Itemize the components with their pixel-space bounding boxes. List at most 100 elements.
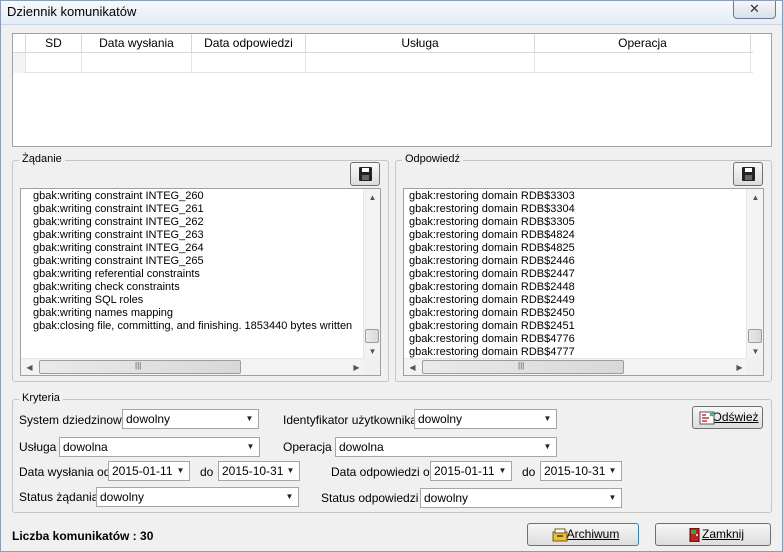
- log-line: gbak:restoring domain RDB$2449: [409, 294, 575, 306]
- chevron-down-icon: ▼: [286, 466, 295, 475]
- column-header-sd[interactable]: SD: [26, 34, 82, 53]
- table-cell[interactable]: [535, 53, 751, 73]
- scroll-thumb[interactable]: [748, 329, 762, 343]
- grip-icon: |||: [518, 361, 525, 370]
- request-horizontal-scrollbar[interactable]: ◀ ||| ▶: [21, 358, 365, 375]
- table-cell[interactable]: [306, 53, 535, 73]
- response-text-area[interactable]: gbak:restoring domain RDB$3303 gbak:resto…: [403, 188, 764, 376]
- user-id-label: Identyfikator użytkownika: [283, 413, 418, 427]
- log-line: gbak:writing check constraints: [33, 281, 180, 293]
- sent-to-value: 2015-10-31: [222, 464, 284, 478]
- messages-grid[interactable]: SD Data wysłania Data odpowiedzi Usługa …: [12, 33, 772, 147]
- close-button[interactable]: Zamknij: [655, 523, 771, 546]
- log-line: gbak:writing SQL roles: [33, 294, 144, 306]
- response-from-date[interactable]: 2015-01-11 ▼: [430, 461, 512, 481]
- log-line: gbak:restoring domain RDB$4825: [409, 242, 575, 254]
- service-select[interactable]: dowolna ▼: [59, 437, 260, 457]
- operation-label: Operacja: [283, 440, 332, 454]
- column-header-operation[interactable]: Operacja: [535, 34, 751, 53]
- refresh-icon: [699, 411, 715, 425]
- close-window-button[interactable]: ✕: [733, 1, 776, 19]
- table-cell[interactable]: [82, 53, 192, 73]
- system-value: dowolny: [126, 412, 171, 426]
- column-header-service[interactable]: Usługa: [306, 34, 535, 53]
- request-lines: gbak:writing constraint INTEG_260 gbak:wr…: [33, 190, 352, 333]
- chevron-down-icon: ▼: [498, 466, 507, 475]
- request-group: Żądanie gbak:writing constraint INTEG_26…: [12, 153, 389, 382]
- response-from-value: 2015-01-11: [434, 464, 495, 478]
- log-line: gbak:restoring domain RDB$2448: [409, 281, 575, 293]
- window-title: Dziennik komunikatów: [7, 4, 137, 19]
- criteria-group-label: Kryteria: [19, 392, 63, 404]
- request-vertical-scrollbar[interactable]: ▲ ▼: [363, 189, 380, 360]
- response-group-label: Odpowiedź: [402, 153, 464, 165]
- log-line: gbak:closing file, committing, and finis…: [33, 320, 353, 332]
- floppy-disk-icon: [359, 167, 372, 181]
- scroll-left-icon[interactable]: ◀: [21, 359, 38, 375]
- response-group: Odpowiedź gbak:restoring domain RDB$3303…: [395, 153, 772, 382]
- save-response-button[interactable]: [733, 162, 763, 186]
- archive-button[interactable]: Archiwum: [527, 523, 639, 546]
- sent-from-date[interactable]: 2015-01-11 ▼: [108, 461, 190, 481]
- operation-select[interactable]: dowolna ▼: [335, 437, 557, 457]
- log-line: gbak:writing names mapping: [33, 307, 174, 319]
- table-cell[interactable]: [192, 53, 306, 73]
- sent-from-label: Data wysłania od: [19, 465, 111, 479]
- sent-to-date[interactable]: 2015-10-31 ▼: [218, 461, 300, 481]
- response-to-label: do: [522, 465, 536, 479]
- scroll-left-icon[interactable]: ◀: [404, 359, 421, 375]
- message-log-window: Dziennik komunikatów ✕ SD Data wysłania …: [0, 0, 783, 552]
- log-line: gbak:restoring domain RDB$2446: [409, 255, 575, 267]
- chevron-down-icon: ▼: [608, 493, 617, 502]
- log-line: gbak:writing constraint INTEG_264: [33, 242, 204, 254]
- scroll-corner: [746, 358, 763, 375]
- floppy-disk-icon: [742, 167, 755, 181]
- response-vertical-scrollbar[interactable]: ▲ ▼: [746, 189, 763, 360]
- sent-to-label: do: [200, 465, 214, 479]
- log-line: gbak:writing constraint INTEG_261: [33, 203, 204, 215]
- close-icon: ✕: [749, 1, 760, 16]
- column-header-sent-date[interactable]: Data wysłania: [82, 34, 192, 53]
- operation-value: dowolna: [339, 440, 384, 454]
- save-request-button[interactable]: [350, 162, 380, 186]
- chevron-down-icon: ▼: [608, 466, 617, 475]
- response-to-date[interactable]: 2015-10-31 ▼: [540, 461, 622, 481]
- response-status-label: Status odpowiedzi: [321, 491, 419, 505]
- service-label: Usługa: [19, 440, 57, 454]
- system-select[interactable]: dowolny ▼: [122, 409, 259, 429]
- title-bar: Dziennik komunikatów ✕: [1, 1, 782, 25]
- table-cell[interactable]: [26, 53, 82, 73]
- chevron-down-icon: ▼: [285, 492, 294, 501]
- response-status-select[interactable]: dowolny ▼: [420, 488, 622, 508]
- response-horizontal-scrollbar[interactable]: ◀ ||| ▶: [404, 358, 748, 375]
- request-status-label: Status żądania: [19, 490, 99, 504]
- table-row[interactable]: [13, 53, 753, 73]
- log-line: gbak:restoring domain RDB$2447: [409, 268, 575, 280]
- grip-icon: |||: [135, 361, 142, 370]
- row-indicator: [13, 53, 26, 73]
- sent-from-value: 2015-01-11: [112, 464, 173, 478]
- refresh-button[interactable]: Odśwież: [692, 406, 763, 429]
- chevron-down-icon: ▼: [246, 442, 255, 451]
- log-line: gbak:restoring domain RDB$3304: [409, 203, 575, 215]
- column-header-response-date[interactable]: Data odpowiedzi: [192, 34, 306, 53]
- log-line: gbak:writing constraint INTEG_262: [33, 216, 204, 228]
- scroll-thumb[interactable]: [365, 329, 379, 343]
- log-line: gbak:writing constraint INTEG_260: [33, 190, 204, 202]
- request-text-area[interactable]: gbak:writing constraint INTEG_260 gbak:wr…: [20, 188, 381, 376]
- request-group-label: Żądanie: [19, 153, 65, 165]
- scroll-up-icon[interactable]: ▲: [747, 189, 763, 206]
- scroll-up-icon[interactable]: ▲: [364, 189, 380, 206]
- log-line: gbak:writing referential constraints: [33, 268, 200, 280]
- chevron-down-icon: ▼: [176, 466, 185, 475]
- log-line: gbak:restoring domain RDB$4824: [409, 229, 575, 241]
- system-label: System dziedzinowy: [19, 413, 128, 427]
- request-status-value: dowolny: [100, 490, 145, 504]
- scroll-corner: [363, 358, 380, 375]
- request-status-select[interactable]: dowolny ▼: [96, 487, 299, 507]
- log-line: gbak:writing constraint INTEG_263: [33, 229, 204, 241]
- user-id-select[interactable]: dowolny ▼: [414, 409, 557, 429]
- log-line: gbak:writing constraint INTEG_265: [33, 255, 204, 267]
- door-exit-icon: [689, 528, 700, 542]
- grid-header: SD Data wysłania Data odpowiedzi Usługa …: [13, 34, 753, 53]
